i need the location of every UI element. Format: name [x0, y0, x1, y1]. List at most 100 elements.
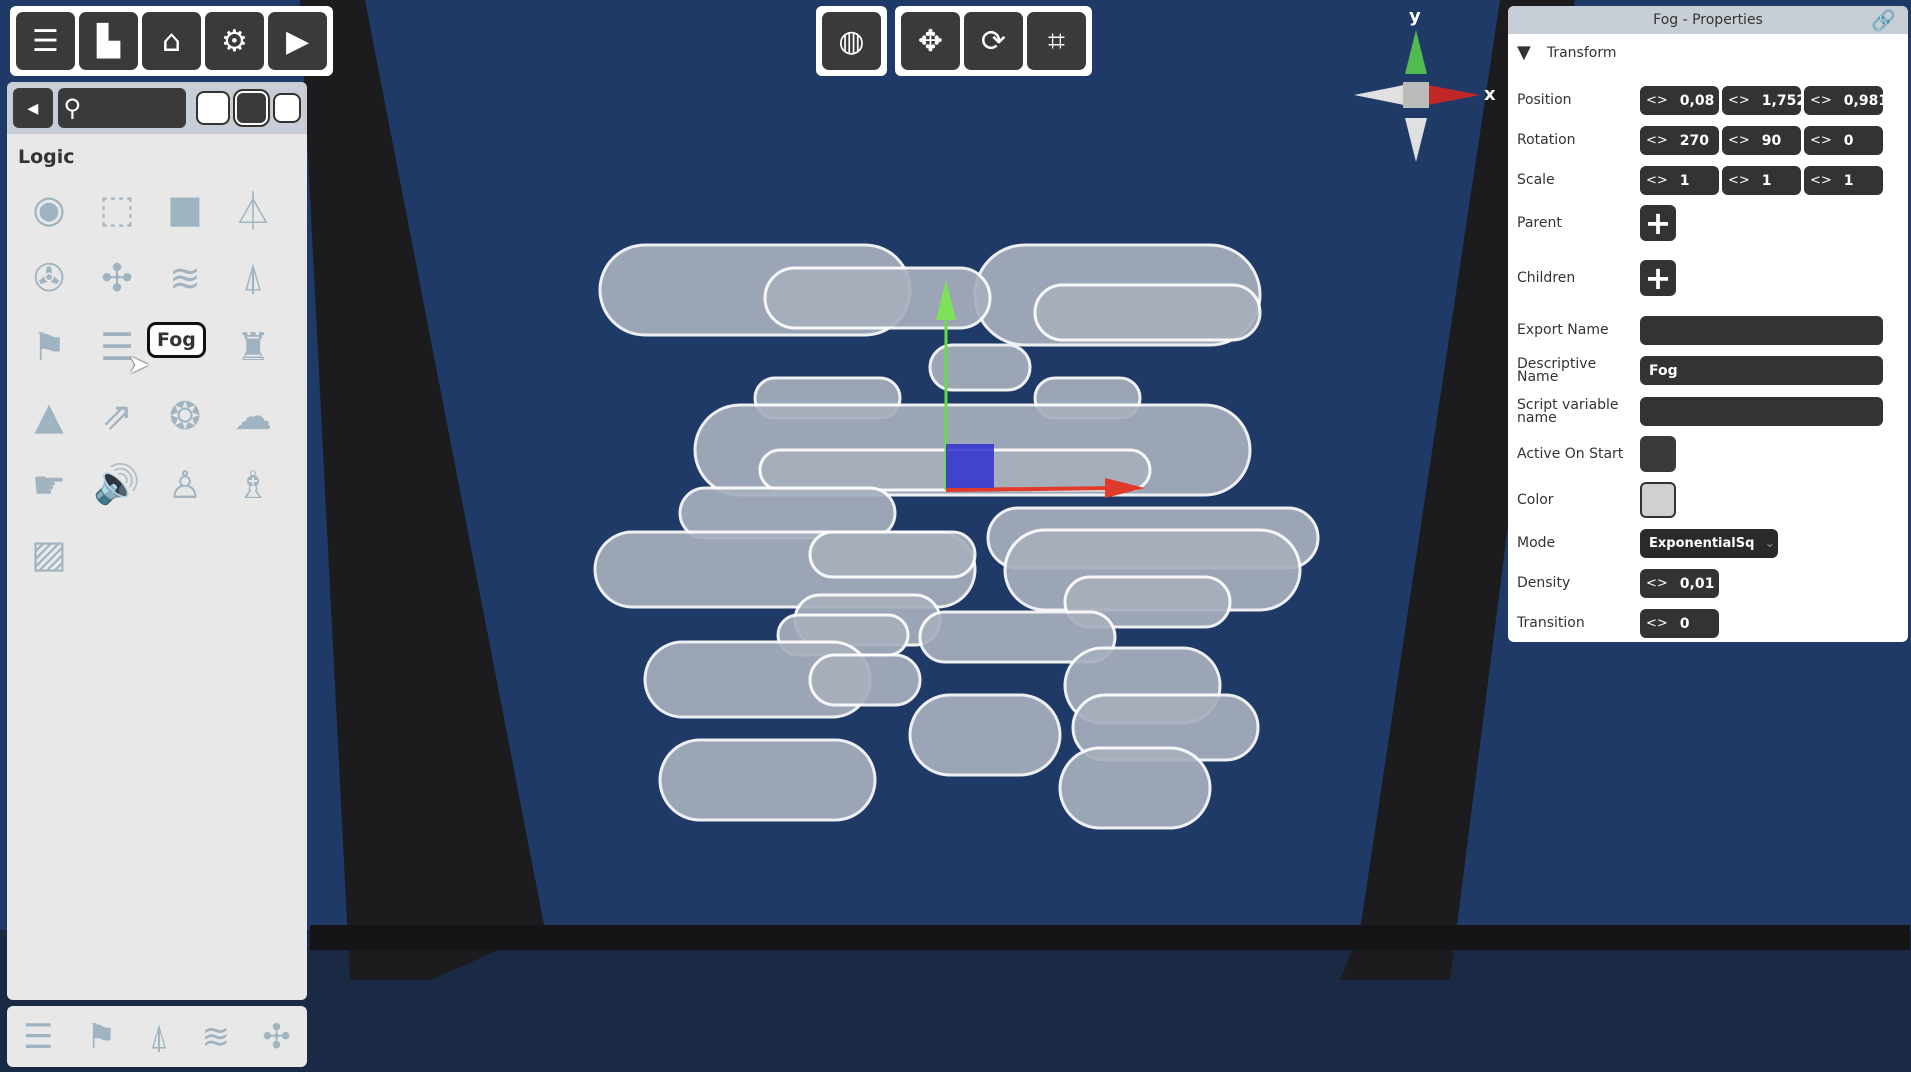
favorite-item-water[interactable]: ≋	[201, 1017, 230, 1057]
active-on-start-checkbox[interactable]	[1640, 436, 1676, 472]
aperture-icon: ✇	[33, 255, 65, 300]
settings-icon: ⚙	[221, 23, 248, 59]
cube-frame-icon: ⬚	[99, 186, 135, 231]
favorite-item-puzzle[interactable]: ✣	[262, 1017, 291, 1057]
lamp-icon: ⏃	[233, 190, 272, 234]
rotate-button[interactable]: ⟳	[964, 12, 1023, 70]
section-title: Transform	[1546, 44, 1617, 61]
play-button[interactable]: ▶	[268, 12, 327, 70]
library-item-water[interactable]: ≋	[151, 243, 219, 312]
library-item-cube-frame[interactable]: ⬚	[83, 174, 151, 243]
library-item-wheel[interactable]: ❂	[151, 381, 219, 450]
position-z-input[interactable]: <> 0,981	[1804, 86, 1888, 115]
back-icon: ◂	[27, 95, 39, 121]
fog-volume-shape	[763, 266, 992, 330]
export-name-label: Export Name	[1517, 322, 1609, 338]
library-item-person-orbit[interactable]: ♗	[219, 450, 287, 519]
density-input[interactable]: <> 0,01	[1640, 569, 1719, 598]
back-button[interactable]: ◂	[13, 88, 53, 128]
gizmo-y-label: y	[1409, 6, 1421, 27]
scroll-button[interactable]: ▙	[79, 12, 138, 70]
transform-section-toggle[interactable]: ▼ Transform	[1517, 42, 1616, 63]
fog-volume-shape	[908, 693, 1062, 777]
rotation-z-input[interactable]: <> 0	[1804, 126, 1883, 155]
rotate-icon: ⟳	[980, 23, 1007, 59]
view-toggle-dark[interactable]	[232, 89, 271, 127]
globe-button[interactable]: ◍	[822, 12, 881, 70]
fog-icon: ☰	[23, 1016, 54, 1057]
scale-x-value: 1	[1679, 172, 1690, 189]
speaker-icon: 🔊	[93, 462, 141, 506]
library-item-hand-switch[interactable]: ☛	[15, 450, 83, 519]
library-item-mirror-person[interactable]: ♜	[219, 312, 287, 381]
favorite-item-fog[interactable]: ☰	[23, 1017, 53, 1057]
position-x-input[interactable]: <> 0,08	[1640, 86, 1719, 115]
drag-arrows-icon: <>	[1646, 576, 1668, 591]
favorites-bar: ☰ ⚑ ⍋ ≋ ✣	[7, 1006, 307, 1067]
library-item-speaker[interactable]: 🔊	[83, 450, 151, 519]
fog-volume-shape	[808, 653, 922, 707]
library-item-cloud[interactable]: ☁	[219, 381, 287, 450]
person-icon: ♙	[167, 462, 203, 507]
wheel-icon: ❂	[169, 393, 201, 438]
properties-panel: Fog - Properties 🔗 ▼ Transform Position <> 0…	[1508, 6, 1908, 642]
mode-dropdown[interactable]: ExponentialSq ⌄	[1640, 529, 1778, 558]
library-item-hatched-area[interactable]: ▨	[15, 519, 83, 588]
favorite-item-checkered-flag[interactable]: ⚑	[86, 1017, 116, 1057]
move-button[interactable]: ✥	[901, 12, 960, 70]
crop-button[interactable]: ⌗	[1027, 12, 1086, 70]
library-item-spawn[interactable]: ⍋	[219, 243, 287, 312]
gizmo-x-label: x	[1484, 84, 1496, 105]
home-button[interactable]: ⌂	[142, 12, 201, 70]
library-item-panel[interactable]: ■	[151, 174, 219, 243]
library-item-lamp[interactable]: ⏃	[219, 174, 287, 243]
water-icon: ≋	[169, 255, 201, 300]
view-toggle-small[interactable]	[273, 93, 301, 123]
external-link-icon: ⇗	[101, 393, 133, 438]
export-name-input[interactable]	[1640, 316, 1883, 345]
puzzle-icon: ✣	[101, 255, 133, 300]
drag-arrows-icon: <>	[1728, 133, 1750, 148]
library-item-external-link[interactable]: ⇗	[83, 381, 151, 450]
transition-input[interactable]: <> 0	[1640, 609, 1719, 638]
rotation-z-value: 0	[1843, 132, 1854, 149]
mirror-person-icon: ♜	[235, 324, 271, 369]
library-item-puzzle[interactable]: ✣	[83, 243, 151, 312]
panel-icon: ■	[167, 186, 203, 231]
scale-label: Scale	[1517, 172, 1555, 188]
library-item-checkered-flag[interactable]: ⚑	[15, 312, 83, 381]
position-y-input[interactable]: <> 1,752	[1722, 86, 1806, 115]
settings-button[interactable]: ⚙	[205, 12, 264, 70]
cloud-icon: ☁	[234, 393, 272, 438]
scale-z-input[interactable]: <> 1	[1804, 166, 1883, 195]
rotation-x-input[interactable]: <> 270	[1640, 126, 1719, 155]
density-value: 0,01	[1679, 575, 1715, 592]
collapse-triangle-icon: ▼	[1517, 42, 1531, 63]
x-axis-arrow	[945, 486, 1121, 492]
add-parent-button[interactable]: +	[1640, 204, 1676, 242]
library-item-aperture[interactable]: ✇	[15, 243, 83, 312]
script-variable-input[interactable]	[1640, 397, 1883, 426]
color-swatch[interactable]	[1640, 482, 1676, 518]
scale-y-input[interactable]: <> 1	[1722, 166, 1801, 195]
add-child-button[interactable]: +	[1640, 259, 1676, 297]
library-item-person[interactable]: ♙	[151, 450, 219, 519]
mode-value: ExponentialSq	[1649, 536, 1755, 551]
active-on-start-label: Active On Start	[1517, 445, 1624, 462]
library-item-cone[interactable]: ▲	[15, 381, 83, 450]
fog-volume-shape	[808, 530, 977, 579]
tooltip: Fog	[147, 322, 206, 358]
search-input[interactable]: ⚲	[57, 88, 187, 128]
library-item-eye[interactable]: ◉	[15, 174, 83, 243]
favorite-item-spawn[interactable]: ⍋	[149, 1017, 169, 1057]
mode-label: Mode	[1517, 535, 1556, 551]
menu-button[interactable]: ☰	[16, 12, 75, 70]
cone-icon: ▲	[34, 393, 64, 438]
fog-volume-shape	[658, 738, 877, 822]
descriptive-name-input[interactable]: Fog	[1640, 356, 1883, 385]
position-label: Position	[1517, 92, 1572, 108]
rotation-y-input[interactable]: <> 90	[1722, 126, 1801, 155]
scale-x-input[interactable]: <> 1	[1640, 166, 1719, 195]
link-icon[interactable]: 🔗	[1871, 6, 1896, 34]
view-toggle-light[interactable]	[196, 91, 230, 125]
